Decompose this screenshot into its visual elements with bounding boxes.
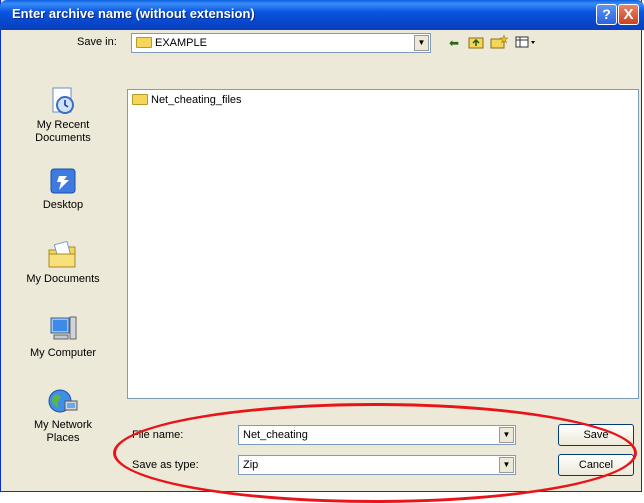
place-my-documents[interactable]: My Documents [7,240,119,286]
places-bar: My Recent Documents Desktop My Documents… [7,60,119,484]
place-my-computer[interactable]: My Computer [7,314,119,360]
place-label: My Network Places [33,419,93,444]
my-computer-icon [47,314,79,344]
folder-icon [136,37,152,48]
views-menu-icon[interactable] [515,35,537,51]
back-icon[interactable]: ⬅ [446,35,462,51]
save-in-label: Save in: [77,36,117,48]
new-folder-icon[interactable] [490,34,509,51]
list-item[interactable]: Net_cheating_files [132,94,242,106]
place-desktop[interactable]: Desktop [7,166,119,212]
place-label: My Recent Documents [35,119,91,144]
place-my-recent-documents[interactable]: My Recent Documents [7,86,119,145]
file-name: Net_cheating_files [151,94,242,106]
network-places-icon [47,386,79,416]
desktop-icon [47,166,79,196]
title-bar[interactable]: Enter archive name (without extension) ?… [0,0,644,30]
my-documents-icon [47,240,79,270]
dropdown-arrow-icon[interactable]: ▼ [414,35,429,51]
file-list[interactable]: Net_cheating_files [127,89,639,399]
recent-documents-icon [47,86,79,116]
place-label: Desktop [42,199,84,211]
place-label: My Computer [29,347,97,359]
close-button[interactable]: X [618,4,639,25]
save-in-value: EXAMPLE [155,37,207,49]
up-folder-icon[interactable] [468,35,484,51]
help-button[interactable]: ? [596,4,617,25]
save-in-combo[interactable]: EXAMPLE ▼ [131,33,431,53]
place-label: My Documents [26,273,100,285]
place-my-network-places[interactable]: My Network Places [7,386,119,445]
folder-icon [132,94,148,105]
window-title: Enter archive name (without extension) [12,6,255,21]
annotation-ellipse [113,403,637,503]
